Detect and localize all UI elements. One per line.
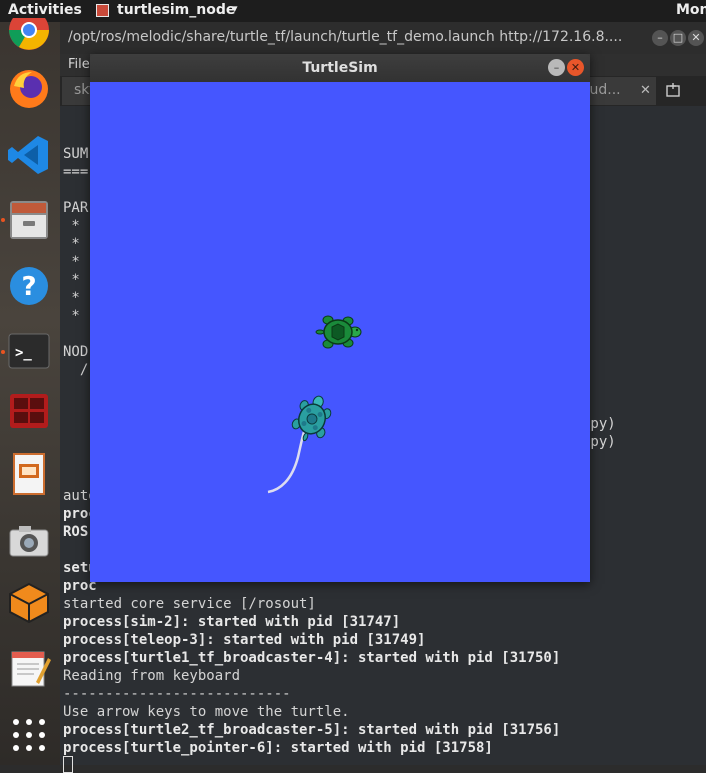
terminal-line: process[turtle_pointer-6]: started with … bbox=[63, 740, 493, 756]
terminal-titlebar[interactable]: /opt/ros/melodic/share/turtle_tf/launch/… bbox=[60, 22, 706, 54]
top-panel: Activities turtlesim_node ▾ Mon bbox=[0, 0, 706, 22]
terminal-line: * bbox=[63, 236, 80, 252]
terminal-line: process[turtle2_tf_broadcaster-5]: start… bbox=[63, 722, 561, 738]
terminal-line: === bbox=[63, 164, 89, 180]
close-button[interactable]: ✕ bbox=[688, 30, 704, 46]
app-menu-icon bbox=[96, 4, 109, 17]
terminal-line: * bbox=[63, 290, 80, 306]
terminal-icon[interactable]: >_ bbox=[6, 328, 52, 374]
tab-right[interactable]: tud... ✕ bbox=[580, 77, 656, 105]
dock: ? >_ bbox=[0, 10, 60, 765]
running-indicator bbox=[1, 350, 5, 354]
terminal-line: --------------------------- bbox=[63, 686, 291, 702]
impress-icon[interactable] bbox=[6, 452, 52, 498]
terminal-line: * bbox=[63, 254, 80, 270]
running-indicator bbox=[1, 218, 5, 222]
minimize-button[interactable]: – bbox=[548, 59, 565, 76]
terminal-line: process[turtle1_tf_broadcaster-4]: start… bbox=[63, 650, 561, 666]
svg-text:>_: >_ bbox=[15, 345, 32, 361]
terminator-icon[interactable] bbox=[6, 388, 52, 434]
terminal-line: started core service [/rosout] bbox=[63, 596, 316, 612]
terminal-line: * bbox=[63, 272, 80, 288]
activities-button[interactable]: Activities bbox=[8, 2, 82, 18]
terminal-line: / bbox=[63, 362, 89, 378]
terminal-line: Use arrow keys to move the turtle. bbox=[63, 704, 350, 720]
show-apps-icon[interactable] bbox=[6, 712, 52, 758]
chrome-icon[interactable] bbox=[6, 10, 52, 64]
turtlesim-titlebar[interactable]: TurtleSim – ✕ bbox=[90, 54, 590, 82]
new-tab-icon[interactable] bbox=[666, 82, 680, 97]
terminal-line: * bbox=[63, 218, 80, 234]
firefox-icon[interactable] bbox=[6, 66, 52, 112]
terminal-line: ROS bbox=[63, 524, 89, 540]
vscode-icon[interactable] bbox=[6, 132, 52, 178]
turtle2-icon bbox=[291, 395, 332, 442]
terminal-line: NOD bbox=[63, 344, 89, 360]
terminal-line: process[sim-2]: started with pid [31747] bbox=[63, 614, 401, 630]
virtualbox-icon[interactable] bbox=[6, 580, 52, 626]
turtlesim-canvas[interactable] bbox=[90, 82, 590, 582]
camera-icon[interactable] bbox=[6, 518, 52, 564]
app-menu-label[interactable]: turtlesim_node bbox=[117, 2, 235, 18]
menu-file[interactable]: File bbox=[68, 57, 90, 72]
terminal-line: process[teleop-3]: started with pid [317… bbox=[63, 632, 426, 648]
turtlesim-window[interactable]: TurtleSim – ✕ bbox=[90, 54, 590, 582]
terminal-line: PAR bbox=[63, 200, 89, 216]
minimize-button[interactable]: – bbox=[652, 30, 668, 46]
tab-close-icon[interactable]: ✕ bbox=[640, 83, 651, 98]
files-icon[interactable] bbox=[6, 197, 52, 243]
terminal-line: SUM bbox=[63, 146, 89, 162]
turtlesim-title: TurtleSim bbox=[302, 60, 378, 76]
terminal-line: Reading from keyboard bbox=[63, 668, 241, 684]
terminal-title: /opt/ros/melodic/share/turtle_tf/launch/… bbox=[68, 29, 623, 45]
clock[interactable]: Mon bbox=[676, 2, 706, 18]
help-icon[interactable]: ? bbox=[6, 263, 52, 309]
svg-text:?: ? bbox=[21, 272, 36, 302]
text-editor-icon[interactable] bbox=[6, 646, 52, 692]
chevron-down-icon[interactable]: ▾ bbox=[232, 2, 238, 15]
maximize-button[interactable]: □ bbox=[670, 30, 686, 46]
close-button[interactable]: ✕ bbox=[567, 59, 584, 76]
turtle1-icon bbox=[315, 315, 362, 349]
terminal-line: * bbox=[63, 308, 80, 324]
